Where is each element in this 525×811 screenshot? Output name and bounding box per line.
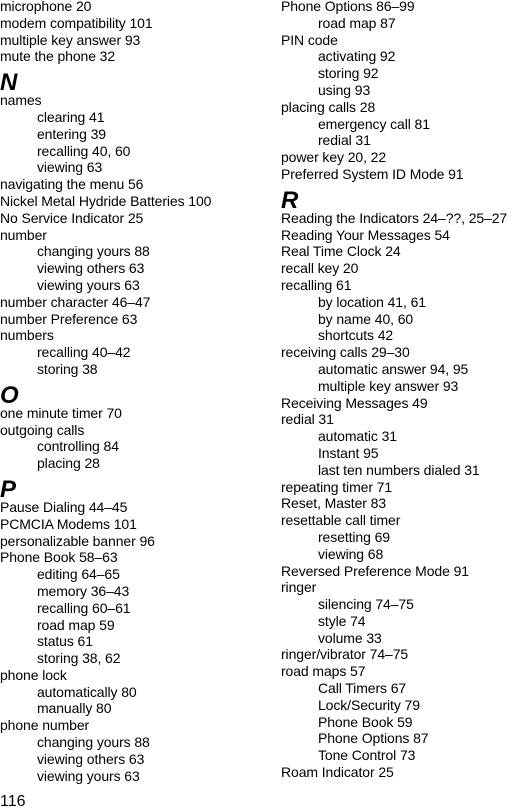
index-subentry: storing 92	[318, 65, 379, 82]
index-entry: Reading the Indicators 24–??, 25–27	[281, 209, 508, 226]
index-subentry: recalling 40–42	[37, 344, 131, 361]
index-column-right: Phone Options 86–99 road map 87 PIN code ac…	[281, 0, 525, 781]
index-subentry: changing yours 88	[37, 243, 150, 260]
index-letter-heading: N	[0, 69, 17, 97]
index-subentry: viewing 63	[37, 159, 103, 176]
index-subentry: manually 80	[37, 700, 112, 717]
index-subentry: Phone Options 87	[318, 730, 429, 747]
index-entry: repeating timer 71	[281, 478, 393, 495]
index-subentry: status 61	[37, 633, 93, 650]
index-entry: receiving calls 29–30	[281, 344, 410, 361]
index-entry: number	[0, 226, 47, 243]
index-entry: navigating the menu 56	[0, 176, 144, 193]
index-entry: names	[0, 92, 42, 109]
index-subentry: using 93	[318, 81, 371, 98]
index-entry: mute the phone 32	[0, 48, 116, 65]
page-number: 116	[0, 793, 26, 810]
index-subentry: volume 33	[318, 629, 382, 646]
index-entry: Nickel Metal Hydride Batteries 100	[0, 192, 212, 209]
index-subentry: Instant 95	[318, 444, 379, 461]
index-entry: personalizable banner 96	[0, 532, 155, 549]
index-subentry: recalling 60–61	[37, 599, 131, 616]
index-entry: Roam Indicator 25	[281, 764, 394, 781]
index-entry: Receiving Messages 49	[281, 394, 428, 411]
index-letter-heading: R	[281, 186, 298, 214]
index-entry: PIN code	[281, 31, 338, 48]
index-subentry: editing 64–65	[37, 566, 120, 583]
index-subentry: memory 36–43	[37, 582, 130, 599]
index-letter-heading: P	[0, 475, 16, 503]
index-subentry: viewing 68	[318, 545, 384, 562]
index-subentry: viewing others 63	[37, 750, 145, 767]
index-subentry: storing 38, 62	[37, 650, 121, 667]
index-subentry: clearing 41	[37, 108, 105, 125]
index-entry: redial 31	[281, 411, 334, 428]
index-subentry: Tone Control 73	[318, 747, 416, 764]
index-subentry: placing 28	[37, 455, 100, 472]
index-entry: numbers	[0, 327, 54, 344]
index-subentry: by location 41, 61	[318, 293, 426, 310]
index-subentry: viewing yours 63	[37, 276, 140, 293]
index-subentry: style 74	[318, 612, 366, 629]
index-entry: ringer	[281, 579, 317, 596]
index-entry: Pause Dialing 44–45	[0, 498, 128, 515]
index-subentry: road map 87	[318, 14, 396, 31]
index-subentry: multiple key answer 93	[318, 377, 459, 394]
index-entry: one minute timer 70	[0, 404, 122, 421]
index-entry: recall key 20	[281, 260, 359, 277]
index-entry: placing calls 28	[281, 98, 376, 115]
index-entry: Reading Your Messages 54	[281, 226, 450, 243]
index-entry: Phone Book 58–63	[0, 549, 118, 566]
index-entry: road maps 57	[281, 663, 366, 680]
index-subentry: last ten numbers dialed 31	[318, 461, 480, 478]
index-entry: ringer/vibrator 74–75	[281, 646, 409, 663]
index-subentry: entering 39	[37, 125, 106, 142]
index-subentry: viewing others 63	[37, 260, 145, 277]
index-subentry: redial 31	[318, 132, 371, 149]
index-entry: phone lock	[0, 666, 67, 683]
index-subentry: shortcuts 42	[318, 327, 394, 344]
index-subentry: activating 92	[318, 48, 396, 65]
index-subentry: recalling 40, 60	[37, 142, 131, 159]
index-subentry: storing 38	[37, 360, 98, 377]
index-subentry: automatic answer 94, 95	[318, 360, 469, 377]
index-subentry: Phone Book 59	[318, 713, 413, 730]
index-entry: No Service Indicator 25	[0, 209, 144, 226]
index-entry: PCMCIA Modems 101	[0, 515, 137, 532]
index-subentry: silencing 74–75	[318, 596, 414, 613]
index-subentry: viewing yours 63	[37, 767, 140, 784]
index-subentry: emergency call 81	[318, 115, 430, 132]
index-entry: multiple key answer 93	[0, 31, 141, 48]
index-subentry: automatic 31	[318, 428, 397, 445]
index-subentry: road map 59	[37, 616, 115, 633]
index-subentry: Call Timers 67	[318, 680, 407, 697]
index-subentry: controlling 84	[37, 438, 119, 455]
index-subentry: automatically 80	[37, 683, 137, 700]
index-subentry: Lock/Security 79	[318, 696, 420, 713]
index-entry: Reversed Preference Mode 91	[281, 562, 469, 579]
index-entry: Real Time Clock 24	[281, 243, 401, 260]
index-entry: Reset, Master 83	[281, 495, 386, 512]
index-entry: number character 46–47	[0, 293, 151, 310]
index-entry: power key 20, 22	[281, 149, 387, 166]
index-column-left: microphone 20 modem compatibility 101 mult…	[0, 0, 270, 784]
index-letter-heading: O	[0, 381, 19, 409]
index-entry: resettable call timer	[281, 512, 401, 529]
index-entry: Preferred System ID Mode 91	[281, 165, 464, 182]
index-entry: microphone 20	[0, 0, 92, 14]
index-subentry: resetting 69	[318, 528, 390, 545]
index-subentry: by name 40, 60	[318, 310, 414, 327]
index-entry: phone number	[0, 717, 90, 734]
index-entry: outgoing calls	[0, 421, 85, 438]
index-entry: number Preference 63	[0, 310, 138, 327]
index-subentry: changing yours 88	[37, 734, 150, 751]
index-entry: Phone Options 86–99	[281, 0, 415, 14]
index-entry: recalling 61	[281, 276, 352, 293]
index-entry: modem compatibility 101	[0, 14, 153, 31]
